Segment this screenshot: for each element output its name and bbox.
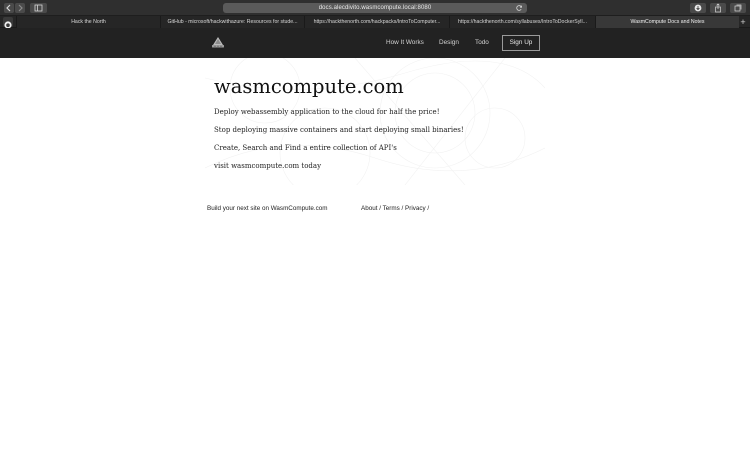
share-icon bbox=[715, 3, 721, 13]
hero-line-deploy: Deploy webassembly application to the cl… bbox=[214, 108, 440, 116]
forward-button[interactable] bbox=[15, 3, 25, 13]
nav-todo[interactable]: Todo bbox=[475, 28, 489, 58]
chevron-left-icon bbox=[6, 4, 11, 12]
sidebar-icon bbox=[34, 4, 43, 12]
tabs-icon bbox=[734, 4, 742, 12]
nav-how-it-works[interactable]: How It Works bbox=[386, 28, 424, 58]
nav-design[interactable]: Design bbox=[439, 28, 459, 58]
address-bar[interactable]: docs.alecdivito.wasmcompute.local:8080 bbox=[223, 3, 527, 13]
tab-overview-button[interactable] bbox=[730, 3, 746, 13]
downloads-button[interactable] bbox=[690, 3, 706, 13]
tab-github[interactable]: GitHub - microsoft/hackwithazure: Resour… bbox=[160, 16, 304, 28]
wasm-logo-icon[interactable] bbox=[211, 36, 225, 49]
hero-section: wasmcompute.com Deploy webassembly appli… bbox=[205, 58, 545, 185]
hero-title: wasmcompute.com bbox=[214, 75, 404, 98]
browser-toolbar: docs.alecdivito.wasmcompute.local:8080 bbox=[0, 0, 750, 16]
site-header: How It Works Design Todo Sign Up bbox=[0, 28, 750, 58]
share-button[interactable] bbox=[710, 3, 726, 13]
tab-bar: Hack the North GitHub - microsoft/hackwi… bbox=[0, 16, 750, 29]
footer-links: About / Terms / Privacy / bbox=[361, 205, 429, 212]
sidebar-button[interactable] bbox=[30, 3, 47, 13]
pinned-tab[interactable] bbox=[3, 17, 13, 29]
footer-link-privacy[interactable]: Privacy bbox=[405, 205, 426, 212]
new-tab-button[interactable]: + bbox=[738, 17, 748, 27]
hero-line-apis: Create, Search and Find a entire collect… bbox=[214, 144, 397, 152]
footer-separator: / bbox=[425, 205, 430, 212]
hero-line-containers: Stop deploying massive containers and st… bbox=[214, 126, 464, 134]
chevron-right-icon bbox=[18, 4, 23, 12]
footer-link-about[interactable]: About bbox=[361, 205, 377, 212]
footer-tagline: Build your next site on WasmCompute.com bbox=[207, 205, 328, 212]
reload-icon[interactable] bbox=[515, 4, 523, 12]
tab-wasmcompute[interactable]: WasmCompute Docs and Notes bbox=[595, 16, 739, 28]
sign-up-button[interactable]: Sign Up bbox=[502, 35, 540, 51]
footer-link-terms[interactable]: Terms bbox=[383, 205, 400, 212]
tab-syllabuses[interactable]: https://hackthenorth.com/syllabuses/Intr… bbox=[449, 16, 595, 28]
download-icon bbox=[694, 4, 702, 12]
address-text: docs.alecdivito.wasmcompute.local:8080 bbox=[318, 5, 432, 11]
tab-hackpacks[interactable]: https://hackthenorth.com/hackpacks/Intro… bbox=[304, 16, 449, 28]
back-button[interactable] bbox=[4, 3, 14, 13]
tab-hack-the-north[interactable]: Hack the North bbox=[16, 16, 160, 28]
hero-line-visit: visit wasmcompute.com today bbox=[214, 162, 322, 170]
